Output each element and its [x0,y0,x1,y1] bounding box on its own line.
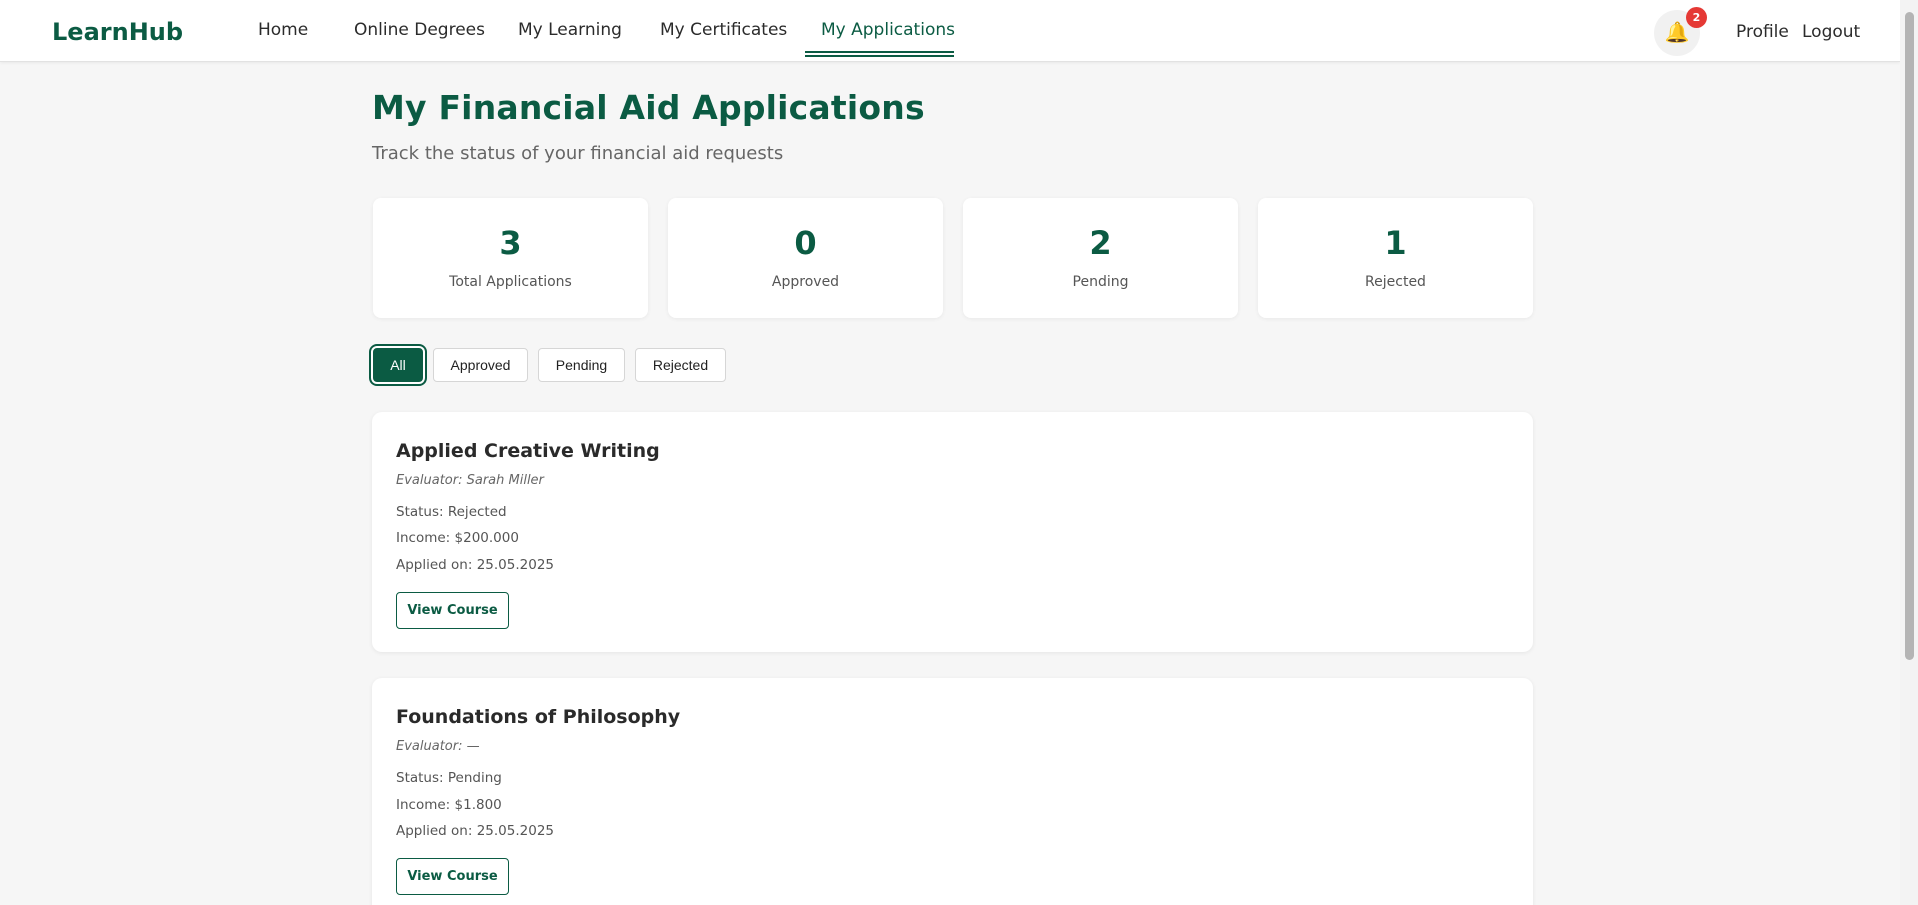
evaluator-text: Evaluator: — [396,739,480,754]
income-text: Income: $1.800 [396,797,502,813]
status-text: Status: Rejected [396,504,507,520]
stat-value: 3 [499,224,522,262]
filter-all-button[interactable]: All [373,348,423,382]
stat-label: Approved [771,274,840,290]
active-nav-indicator [805,51,954,57]
nav-my-certificates[interactable]: My Certificates [660,20,787,60]
top-navbar: LearnHub Home Online Degrees My Learning… [0,0,1900,62]
notification-count-badge: 2 [1686,7,1707,28]
filter-approved-button[interactable]: Approved [433,348,528,382]
course-title: Foundations of Philosophy [396,706,681,728]
filter-pending-button[interactable]: Pending [538,348,625,382]
income-text: Income: $200.000 [396,530,519,546]
stat-label: Rejected [1365,274,1426,290]
applied-date-text: Applied on: 25.05.2025 [396,823,554,839]
page-title: My Financial Aid Applications [372,88,925,127]
application-card: Applied Creative Writing Evaluator: Sara… [372,412,1533,652]
profile-link[interactable]: Profile [1736,22,1789,42]
nav-online-degrees[interactable]: Online Degrees [354,20,485,60]
stat-value: 2 [1089,224,1112,262]
bell-icon: 🔔 [1664,20,1690,44]
view-course-button[interactable]: View Course [396,592,509,629]
stat-card-rejected: 1 Rejected [1258,198,1533,318]
stat-label: Total Applications [449,274,572,290]
stat-card-total: 3 Total Applications [373,198,648,318]
status-text: Status: Pending [396,770,502,786]
stat-label: Pending [1072,274,1129,290]
stat-value: 1 [1384,224,1407,262]
evaluator-text: Evaluator: Sarah Miller [396,473,544,488]
logout-link[interactable]: Logout [1802,22,1860,42]
filter-rejected-button[interactable]: Rejected [635,348,726,382]
stat-card-approved: 0 Approved [668,198,943,318]
nav-home[interactable]: Home [258,20,308,60]
stat-card-pending: 2 Pending [963,198,1238,318]
page-scrollbar-thumb[interactable] [1905,12,1914,660]
course-title: Applied Creative Writing [396,440,660,462]
nav-my-learning[interactable]: My Learning [518,20,622,60]
applied-date-text: Applied on: 25.05.2025 [396,557,554,573]
view-course-button[interactable]: View Course [396,858,509,895]
application-card: Foundations of Philosophy Evaluator: — S… [372,678,1533,905]
page-subtitle: Track the status of your financial aid r… [372,143,784,164]
logo[interactable]: LearnHub [52,18,183,46]
stat-value: 0 [794,224,817,262]
